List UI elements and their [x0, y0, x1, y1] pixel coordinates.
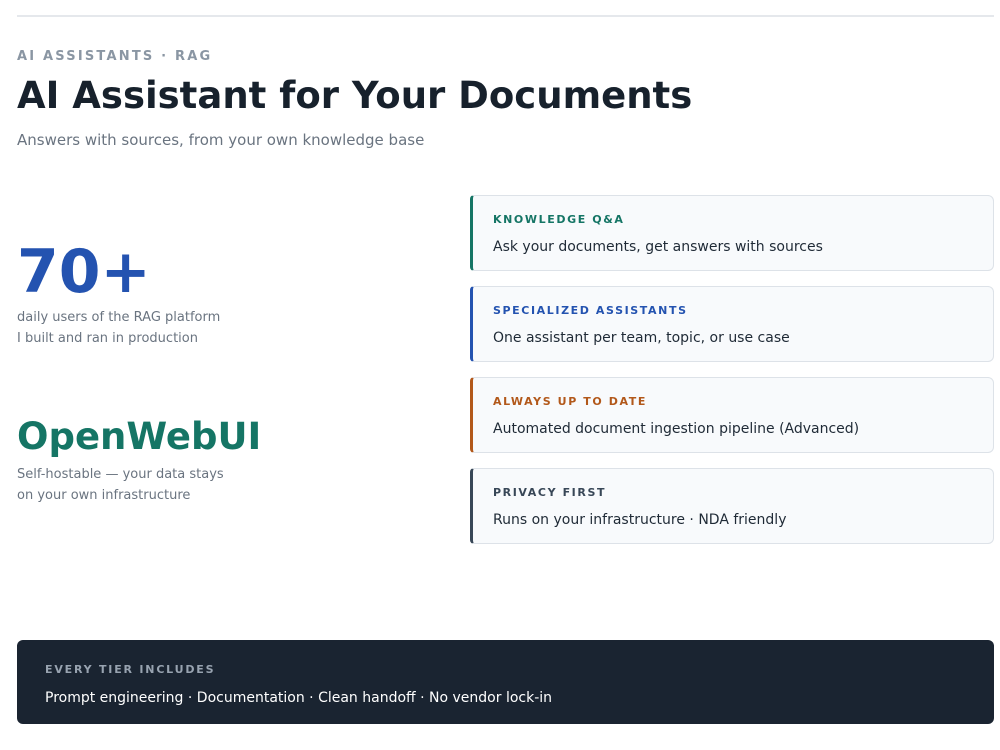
feature-card-label: PRIVACY FIRST [493, 486, 607, 499]
stat-users-caption-line: I built and ran in production [17, 331, 198, 346]
feature-card-list: KNOWLEDGE Q&A Ask your documents, get an… [470, 195, 994, 559]
feature-card-label: KNOWLEDGE Q&A [493, 213, 625, 226]
stat-platform-caption-line: on your own infrastructure [17, 488, 191, 503]
section-eyebrow: AI ASSISTANTS · RAG [17, 49, 213, 64]
feature-card-text: Runs on your infrastructure · NDA friend… [493, 512, 787, 528]
page: AI ASSISTANTS · RAG AI Assistant for You… [0, 0, 1000, 750]
top-divider [17, 15, 994, 17]
feature-card-label: ALWAYS UP TO DATE [493, 395, 648, 408]
tier-includes-label: EVERY TIER INCLUDES [45, 663, 216, 676]
feature-card-text: One assistant per team, topic, or use ca… [493, 330, 790, 346]
stat-users-caption: daily users of the RAG platform I built … [17, 307, 220, 349]
feature-card-privacy-first: PRIVACY FIRST Runs on your infrastructur… [470, 468, 994, 544]
stat-platform-caption: Self-hostable — your data stays on your … [17, 464, 224, 506]
feature-card-text: Ask your documents, get answers with sou… [493, 239, 823, 255]
stat-platform-caption-line: Self-hostable — your data stays [17, 467, 224, 482]
page-subtitle: Answers with sources, from your own know… [17, 131, 425, 149]
tier-includes-text: Prompt engineering · Documentation · Cle… [45, 690, 553, 706]
tier-includes-banner: EVERY TIER INCLUDES Prompt engineering ·… [17, 640, 994, 724]
stat-users-caption-line: daily users of the RAG platform [17, 310, 221, 325]
feature-card-label: SPECIALIZED ASSISTANTS [493, 304, 688, 317]
stat-users-value: 70+ [17, 237, 151, 307]
feature-card-text: Automated document ingestion pipeline (A… [493, 421, 860, 437]
feature-card-always-up-to-date: ALWAYS UP TO DATE Automated document ing… [470, 377, 994, 453]
stat-platform-value: OpenWebUI [17, 415, 262, 458]
page-title: AI Assistant for Your Documents [17, 74, 693, 117]
feature-card-specialized-assistants: SPECIALIZED ASSISTANTS One assistant per… [470, 286, 994, 362]
feature-card-knowledge-qa: KNOWLEDGE Q&A Ask your documents, get an… [470, 195, 994, 271]
